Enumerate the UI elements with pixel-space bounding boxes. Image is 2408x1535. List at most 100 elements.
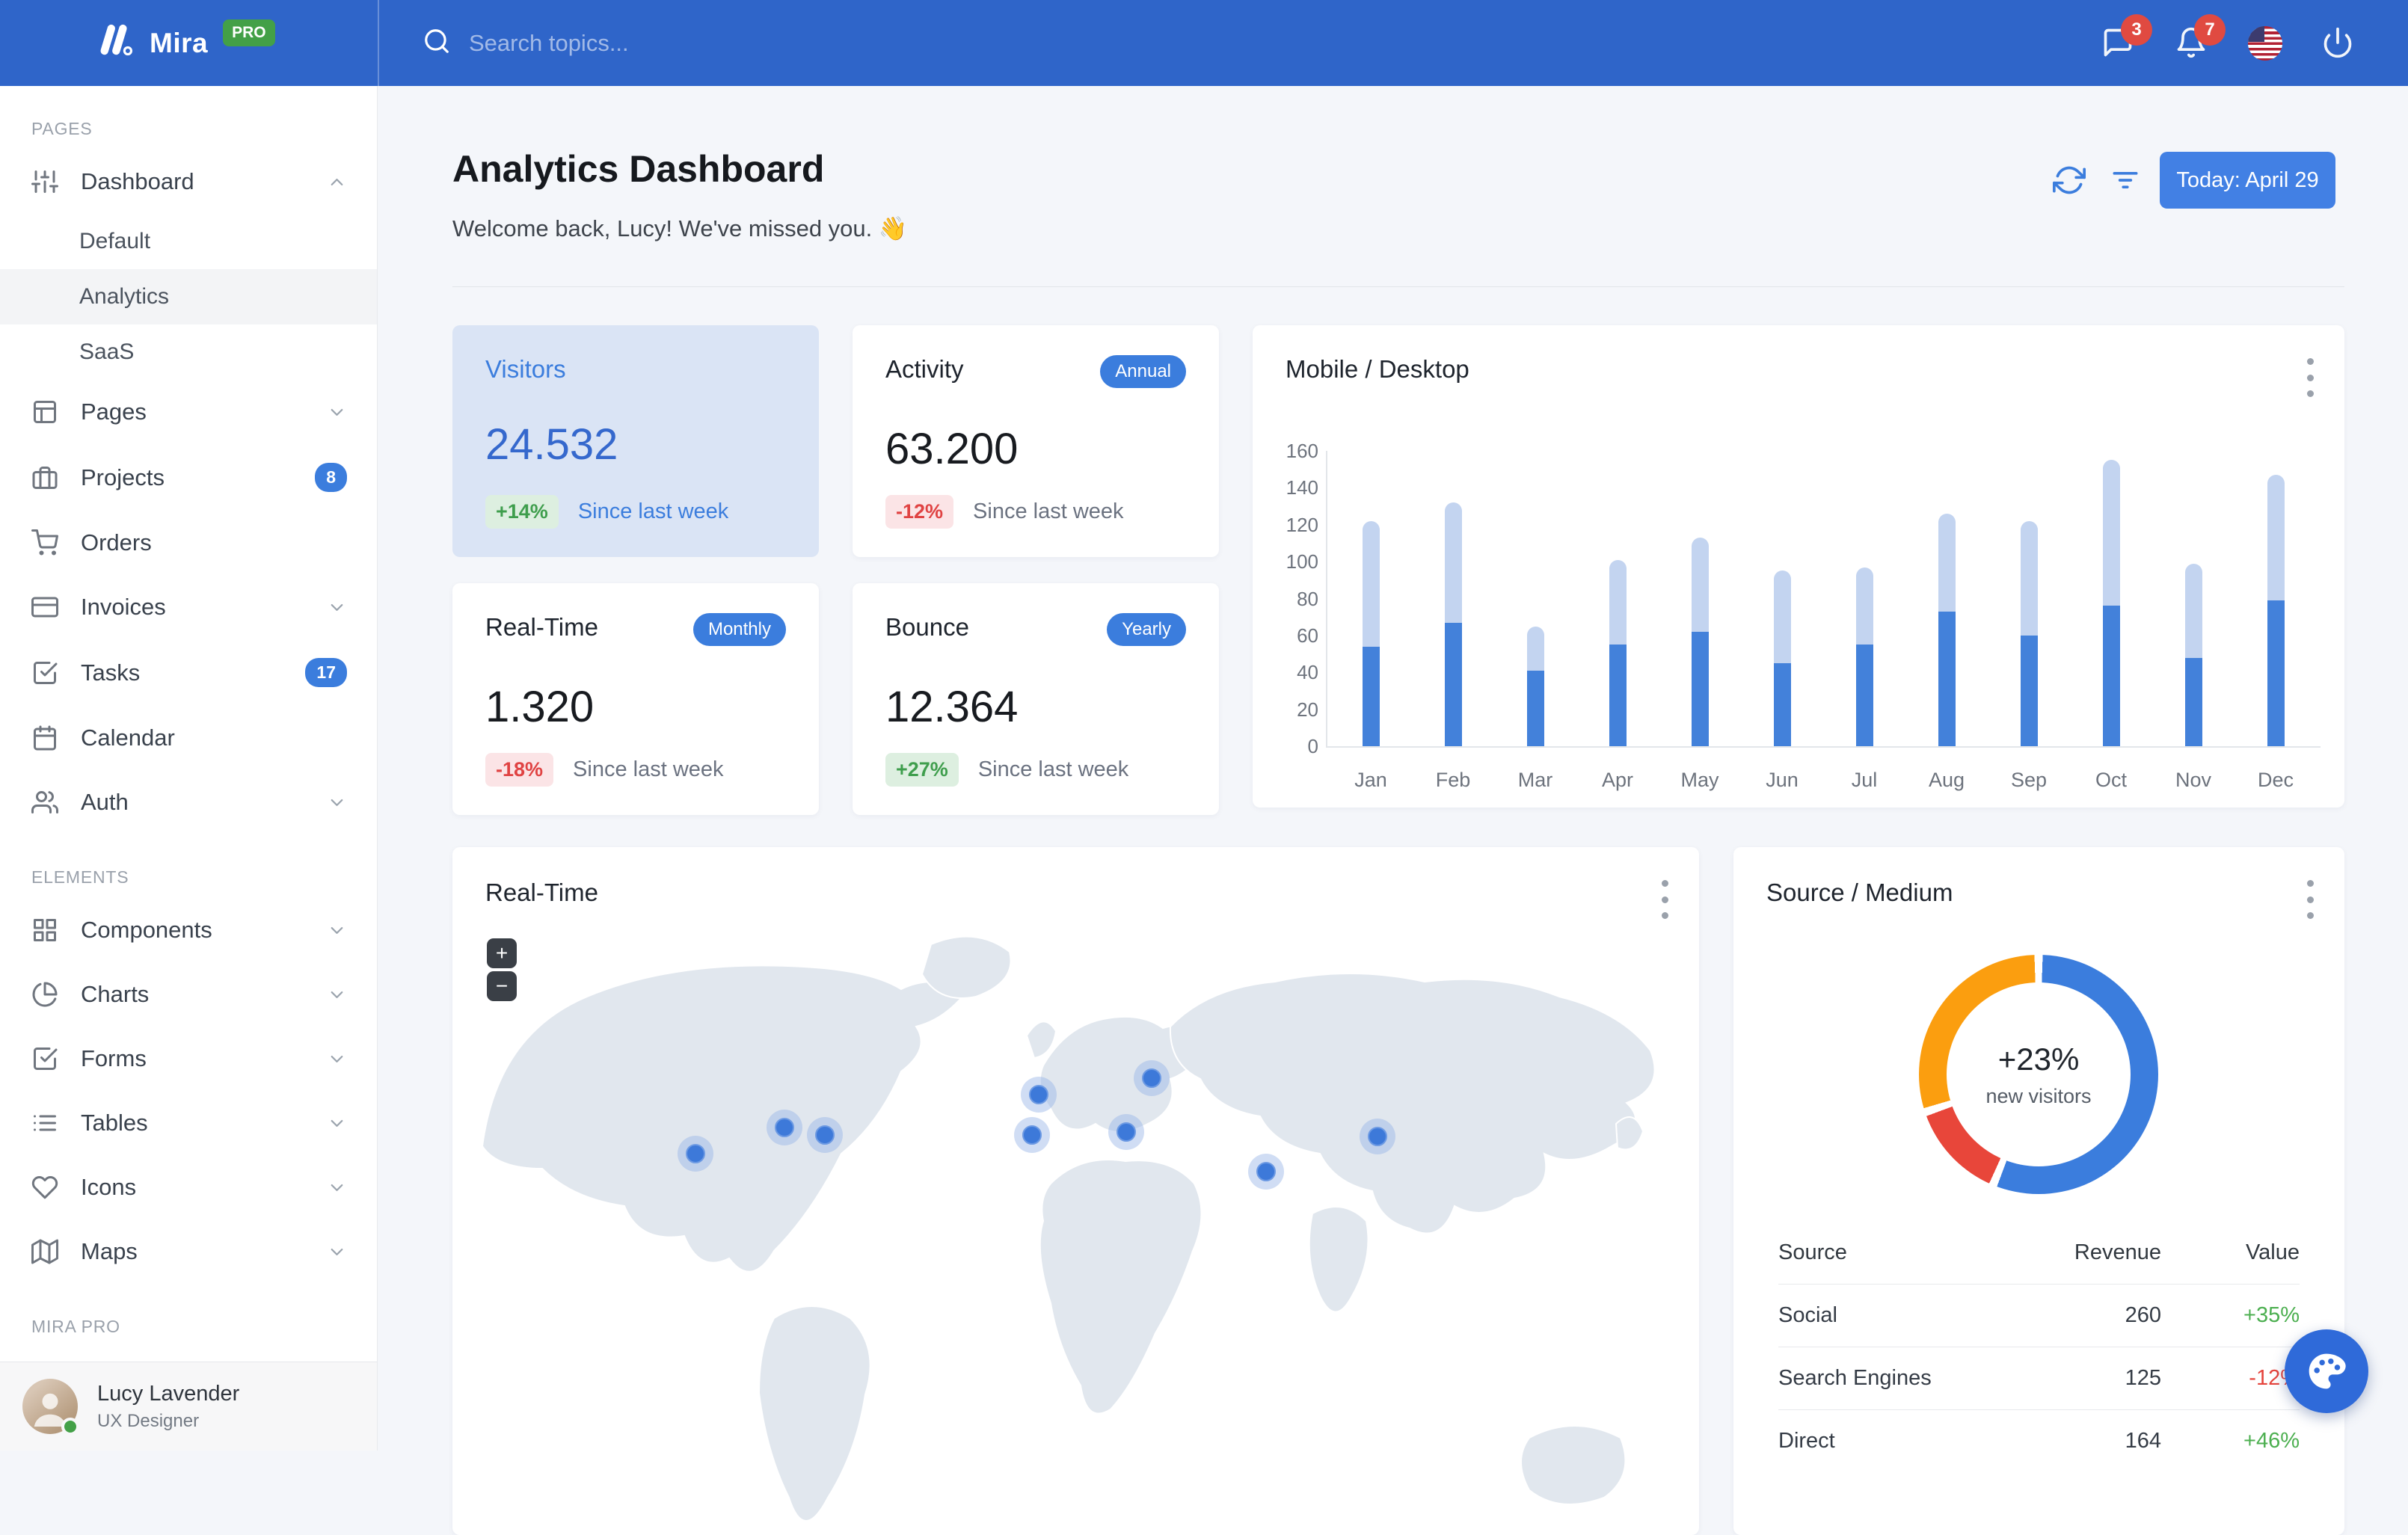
sidebar-item-orders[interactable]: Orders xyxy=(0,511,377,575)
x-axis-label: Jan xyxy=(1354,769,1387,791)
layout-icon xyxy=(31,399,58,425)
sidebar-item-label: Forms xyxy=(81,1045,147,1071)
map-marker-dot xyxy=(775,1118,794,1137)
map-zoom-out-button[interactable]: − xyxy=(487,971,517,1001)
refresh-icon[interactable] xyxy=(2053,164,2086,197)
stat-delta-chip: -18% xyxy=(485,753,554,787)
stat-note: Since last week xyxy=(577,499,729,523)
y-axis-tick: 0 xyxy=(1307,735,1318,757)
sidebar-item-maps[interactable]: Maps xyxy=(0,1219,377,1284)
mobile-desktop-chart-card: Mobile / Desktop 0 20 40 60 80 100 120 140 160 Ja… xyxy=(1253,325,2344,808)
sidebar-item-dashboard[interactable]: Dashboard xyxy=(0,150,377,214)
notifications-badge: 7 xyxy=(2194,13,2226,46)
sidebar-item-icons[interactable]: Icons xyxy=(0,1155,377,1219)
map-marker-dot xyxy=(686,1144,705,1163)
brand[interactable]: Mira PRO xyxy=(0,19,378,64)
chevron-down-icon xyxy=(327,1242,347,1262)
map-marker-dot xyxy=(1117,1122,1136,1142)
sidebar-nav: PAGES Dashboard Default Analytics SaaS Pages P… xyxy=(0,86,377,1347)
sidebar-item-auth[interactable]: Auth xyxy=(0,770,377,834)
column-header: Revenue xyxy=(2074,1240,2161,1264)
map-marker-dot xyxy=(1029,1085,1048,1104)
bar-mobile-segment xyxy=(1774,662,1791,746)
sidebar-item-tables[interactable]: Tables xyxy=(0,1091,377,1155)
pro-badge: PRO xyxy=(223,19,275,46)
chart-x-axis xyxy=(1326,746,2321,748)
chart-menu-kebab-icon[interactable] xyxy=(2304,358,2316,397)
stat-footer: -12% Since last week xyxy=(885,495,1124,529)
sidebar-item-label: Orders xyxy=(81,529,152,556)
sidebar-item-label: Icons xyxy=(81,1174,137,1200)
x-axis-label: Oct xyxy=(2095,769,2127,791)
y-axis-tick: 160 xyxy=(1286,440,1318,462)
filter-icon[interactable] xyxy=(2109,164,2142,197)
sidebar-item-invoices[interactable]: Invoices xyxy=(0,575,377,639)
map-marker-us-midwest xyxy=(767,1110,802,1145)
sidebar-subitem-analytics[interactable]: Analytics xyxy=(0,269,377,324)
sidebar-item-label: Tasks xyxy=(81,659,141,686)
language-flag-button[interactable] xyxy=(2248,25,2282,61)
stat-card-title: Bounce xyxy=(885,613,969,641)
chevron-up-icon xyxy=(327,172,347,192)
table-row: Social 260 +35% xyxy=(1778,1284,2300,1347)
power-button[interactable] xyxy=(2321,26,2356,61)
y-axis-tick: 20 xyxy=(1297,698,1318,721)
calendar-icon xyxy=(31,725,58,751)
sidebar-item-components[interactable]: Components xyxy=(0,898,377,962)
bar-mobile-segment xyxy=(1527,670,1544,746)
sidebar-item-charts[interactable]: Charts xyxy=(0,962,377,1027)
chevron-down-icon xyxy=(327,1049,347,1069)
cell-source: Direct xyxy=(1778,1429,1835,1453)
search-icon xyxy=(423,27,451,59)
source-medium-title: Source / Medium xyxy=(1766,879,1953,906)
stat-period-badge[interactable]: Annual xyxy=(1100,355,1186,388)
bar-mobile-segment xyxy=(1938,611,1956,746)
stat-value: 63.200 xyxy=(885,425,1019,473)
chevron-down-icon xyxy=(327,793,347,813)
sidebar-item-label: Projects xyxy=(81,464,165,490)
map-zoom-in-button[interactable]: + xyxy=(487,938,517,968)
y-axis-tick: 100 xyxy=(1286,550,1318,573)
map-marker-dot xyxy=(1022,1125,1042,1145)
cell-revenue: 125 xyxy=(2125,1366,2161,1390)
sidebar-subitem-default[interactable]: Default xyxy=(0,214,377,269)
map-marker-uk xyxy=(1021,1077,1057,1113)
x-axis-label: Nov xyxy=(2175,769,2211,791)
cell-revenue: 260 xyxy=(2125,1303,2161,1327)
stat-period-badge[interactable]: Monthly xyxy=(692,613,786,646)
search-bar[interactable] xyxy=(423,27,858,59)
x-axis-label: Dec xyxy=(2257,769,2294,791)
source-menu-kebab-icon[interactable] xyxy=(2304,880,2316,919)
theme-settings-fab[interactable] xyxy=(2285,1329,2368,1413)
sidebar-item-pages[interactable]: Pages xyxy=(0,380,377,444)
x-axis-label: Sep xyxy=(2010,769,2048,791)
sidebar-user[interactable]: Lucy Lavender UX Designer xyxy=(0,1362,377,1451)
bar-jan xyxy=(1363,451,1380,746)
sidebar-item-badge: 8 xyxy=(315,463,347,492)
sidebar-item-projects[interactable]: Projects 8 xyxy=(0,444,377,511)
header-divider xyxy=(452,286,2344,287)
x-axis-label: Apr xyxy=(1601,769,1634,791)
messages-button[interactable]: 3 xyxy=(2101,13,2152,61)
sidebar-item-forms[interactable]: Forms xyxy=(0,1027,377,1091)
search-input[interactable] xyxy=(469,29,858,57)
table-row: Search Engines 125 -12% xyxy=(1778,1347,2300,1409)
cell-source: Social xyxy=(1778,1303,1837,1327)
mira-logo-icon xyxy=(96,22,135,64)
stat-card-activity: Activity Annual 63.200 -12% Since last week xyxy=(853,325,1219,557)
chevron-down-icon xyxy=(327,597,347,618)
user-name: Lucy Lavender xyxy=(97,1381,240,1406)
notifications-button[interactable]: 7 xyxy=(2175,13,2226,61)
sidebar-item-calendar[interactable]: Calendar xyxy=(0,706,377,770)
stat-period-badge[interactable]: Yearly xyxy=(1107,613,1186,646)
pie-icon xyxy=(31,981,58,1008)
date-button[interactable]: Today: April 29 xyxy=(2160,152,2335,209)
sliders-icon xyxy=(31,168,58,195)
page-subtitle: Welcome back, Lucy! We've missed you. 👋 xyxy=(452,215,908,242)
x-axis-label: Mar xyxy=(1517,769,1553,791)
sidebar-item-label: Dashboard xyxy=(81,168,194,194)
sidebar-item-label: Pages xyxy=(81,399,147,425)
sidebar-item-tasks[interactable]: Tasks 17 xyxy=(0,639,377,706)
cell-value: +46% xyxy=(2243,1429,2300,1453)
sidebar-subitem-saas[interactable]: SaaS xyxy=(0,324,377,380)
